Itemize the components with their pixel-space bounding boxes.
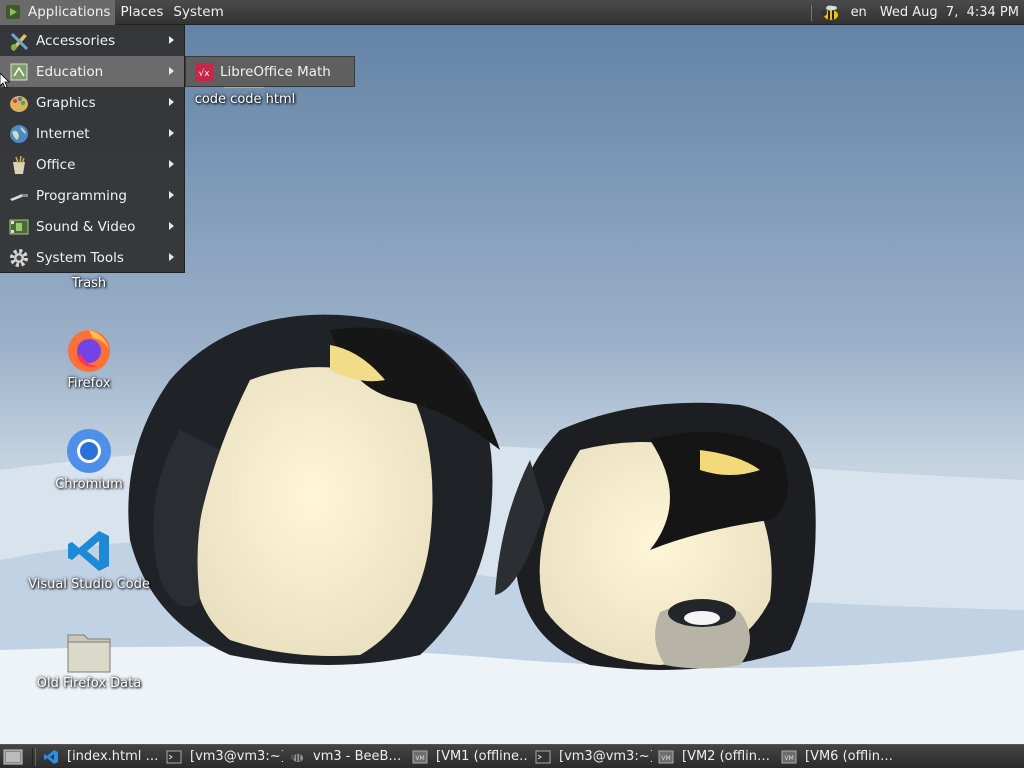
sound-video-icon	[9, 219, 29, 234]
education-icon	[10, 63, 28, 80]
submenu-arrow-icon	[169, 98, 174, 106]
menu-item-sound-video[interactable]: Sound & Video	[0, 211, 184, 242]
libreoffice-math-icon: √x	[195, 62, 213, 81]
bottom-taskbar: [index.html … [vm3@vm3:~] vm3 - BeeB… VM…	[0, 744, 1024, 768]
clock[interactable]: Wed Aug 7, 4:34 PM	[880, 5, 1019, 20]
internet-icon	[10, 124, 28, 143]
tray-separator	[810, 4, 812, 21]
bee-icon[interactable]	[819, 3, 841, 23]
applications-logo-icon	[6, 5, 20, 19]
desktop-icon-label: code code html	[194, 92, 296, 107]
desktop-icon-chromium[interactable]: Chromium	[14, 427, 164, 492]
menu-item-education[interactable]: Education	[0, 56, 184, 87]
show-desktop-icon[interactable]	[2, 746, 24, 768]
desktop-icon-old-firefox-data[interactable]: Old Firefox Data	[14, 630, 164, 691]
menu-item-label: Education	[36, 63, 104, 80]
system-menu-label: System	[173, 3, 224, 20]
terminal-icon	[535, 750, 551, 763]
desktop-icon-label: Firefox	[67, 376, 111, 391]
submenu-arrow-icon	[169, 222, 174, 230]
education-submenu: √x LibreOffice Math	[185, 56, 355, 87]
submenu-arrow-icon	[169, 36, 174, 44]
menu-item-graphics[interactable]: Graphics	[0, 87, 184, 118]
office-icon	[13, 155, 25, 174]
folder-icon	[67, 634, 111, 673]
menu-item-label: System Tools	[36, 249, 124, 266]
svg-text:VM: VM	[784, 755, 793, 762]
svg-text:VM: VM	[661, 755, 670, 762]
svg-text:VM: VM	[415, 755, 424, 762]
menu-item-programming[interactable]: Programming	[0, 180, 184, 211]
mouse-cursor-icon	[0, 73, 10, 89]
taskbar-separator	[32, 747, 36, 766]
vm-icon: VM	[658, 750, 674, 763]
vscode-icon	[68, 531, 109, 571]
desktop-icon-visual-studio-code[interactable]: Visual Studio Code	[14, 527, 164, 592]
taskbar-button-vscode[interactable]: [index.html …	[40, 746, 160, 767]
vm-icon: VM	[781, 750, 797, 763]
taskbar-button-label: [vm3@vm3:~]	[559, 749, 652, 764]
system-tray: en Wed Aug 7, 4:34 PM	[810, 0, 1024, 25]
bee-icon	[290, 753, 303, 762]
submenu-arrow-icon	[169, 160, 174, 168]
desktop-icon-firefox[interactable]: Firefox	[14, 326, 164, 391]
chromium-icon	[67, 429, 111, 473]
desktop-icon-trash[interactable]: Trash	[14, 274, 164, 291]
applications-menu-label: Applications	[28, 3, 111, 20]
taskbar-button-label: [VM6 (offlin…	[805, 749, 894, 764]
menu-item-accessories[interactable]: Accessories	[0, 25, 184, 56]
menu-item-label: Programming	[36, 187, 127, 204]
submenu-item-label: LibreOffice Math	[220, 63, 331, 80]
menu-item-internet[interactable]: Internet	[0, 118, 184, 149]
top-panel: Applications Places System en Wed Aug 7,…	[0, 0, 1024, 25]
submenu-arrow-icon	[169, 191, 174, 199]
applications-dropdown: Accessories Education Graphics Internet	[0, 25, 185, 273]
menu-item-label: Graphics	[36, 94, 96, 111]
taskbar-button-label: [VM1 (offline…	[436, 749, 529, 764]
places-menu[interactable]: Places	[115, 0, 168, 25]
taskbar-button-beebeep[interactable]: vm3 - BeeB…	[286, 746, 406, 767]
menu-item-label: Office	[36, 156, 76, 173]
submenu-arrow-icon	[169, 67, 174, 75]
taskbar-button-terminal-2[interactable]: [vm3@vm3:~]	[532, 746, 652, 767]
graphics-icon	[10, 95, 28, 112]
programming-icon	[10, 193, 28, 201]
terminal-icon	[166, 750, 182, 763]
svg-text:√x: √x	[198, 68, 210, 79]
desktop-icon-label: Visual Studio Code	[28, 577, 150, 592]
vscode-icon	[44, 749, 58, 764]
taskbar-button-label: [vm3@vm3:~]	[190, 749, 283, 764]
applications-menu[interactable]: Applications	[0, 0, 116, 25]
desktop-icon-label: Old Firefox Data	[36, 676, 142, 691]
system-menu[interactable]: System	[168, 0, 228, 25]
places-menu-label: Places	[120, 3, 164, 20]
desktop-icon-label: Chromium	[55, 477, 123, 492]
taskbar-button-vm1[interactable]: VM [VM1 (offline…	[409, 746, 529, 767]
menu-item-label: Sound & Video	[36, 218, 136, 235]
keyboard-layout-indicator[interactable]: en	[851, 5, 867, 20]
taskbar-button-label: [VM2 (offlin…	[682, 749, 771, 764]
submenu-arrow-icon	[169, 129, 174, 137]
taskbar-button-label: [index.html …	[67, 749, 159, 764]
menu-item-system-tools[interactable]: System Tools	[0, 242, 184, 273]
menu-item-label: Accessories	[36, 32, 116, 49]
menu-item-label: Internet	[36, 125, 90, 142]
vm-icon: VM	[412, 750, 428, 763]
taskbar-button-vm6[interactable]: VM [VM6 (offlin…	[778, 746, 898, 767]
desktop-icon-label: Trash	[71, 276, 107, 291]
taskbar-button-terminal-1[interactable]: [vm3@vm3:~]	[163, 746, 283, 767]
system-tools-icon	[10, 248, 28, 267]
taskbar-button-label: vm3 - BeeB…	[313, 749, 402, 764]
taskbar-button-vm2[interactable]: VM [VM2 (offlin…	[655, 746, 775, 767]
menu-item-office[interactable]: Office	[0, 149, 184, 180]
submenu-item-libreoffice-math[interactable]: √x LibreOffice Math	[186, 57, 354, 86]
firefox-icon	[68, 330, 110, 372]
accessories-icon	[10, 32, 29, 51]
submenu-arrow-icon	[169, 253, 174, 261]
